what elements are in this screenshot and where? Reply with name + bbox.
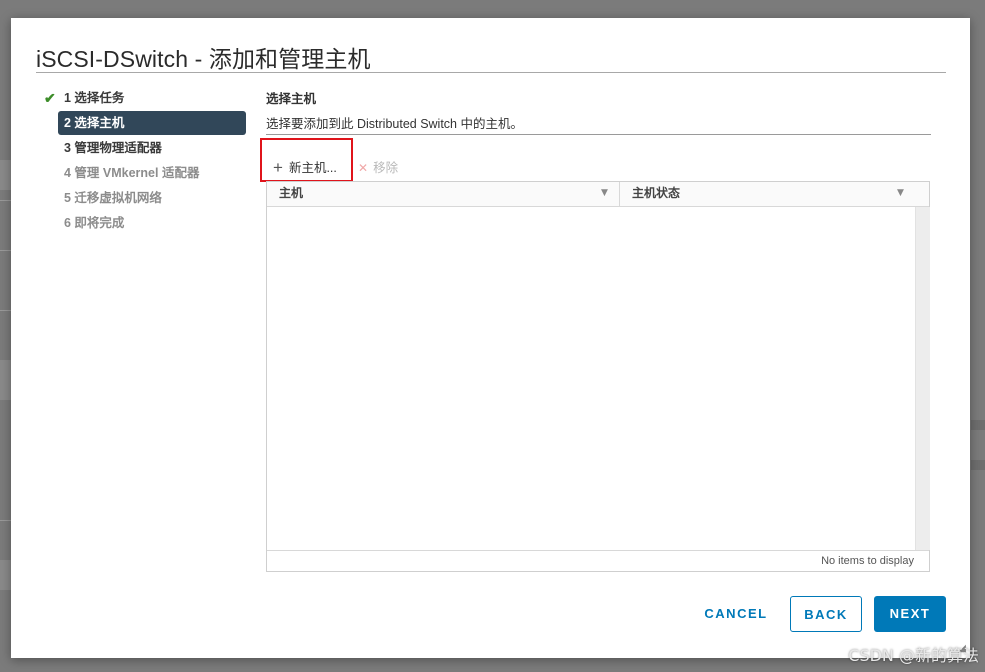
column-header-host-state[interactable]: 主机状态: [632, 182, 917, 206]
hosts-grid: 主机 ▼ 主机状态 ▼ No items to display: [266, 181, 930, 572]
annotation-highlight-box: [260, 138, 353, 182]
background-divider: [0, 520, 11, 521]
step-manage-vmkernel-adapters: 4 管理 VMkernel 适配器: [41, 161, 251, 185]
section-description: 选择要添加到此 Distributed Switch 中的主机。: [266, 117, 523, 131]
wizard-steps: ✔ 1 选择任务 2 选择主机 3 管理物理适配器 4 管理 VMkernel …: [41, 86, 251, 236]
step-label: 6 即将完成: [64, 216, 125, 230]
grid-footer: No items to display: [267, 550, 929, 573]
step-content: 选择主机 选择要添加到此 Distributed Switch 中的主机。 + 新…: [260, 88, 931, 572]
remove-host-button[interactable]: ✕ 移除: [358, 156, 398, 180]
add-manage-hosts-dialog: iSCSI-DSwitch - 添加和管理主机 ✔ 1 选择任务 2 选择主机 …: [11, 18, 970, 658]
step-label: 3 管理物理适配器: [64, 141, 162, 155]
step-label: 2 选择主机: [64, 116, 125, 130]
section-title: 选择主机: [266, 92, 317, 106]
dialog-title: iSCSI-DSwitch - 添加和管理主机: [36, 46, 371, 72]
background-sidebar-fragment: [0, 360, 11, 400]
step-label: 4 管理 VMkernel 适配器: [64, 166, 200, 180]
next-button[interactable]: NEXT: [874, 596, 946, 632]
column-separator[interactable]: [619, 182, 620, 206]
back-button[interactable]: BACK: [790, 596, 862, 632]
grid-scrollbar[interactable]: [915, 207, 930, 550]
background-sidebar-fragment: [0, 160, 11, 190]
step-manage-physical-adapters[interactable]: 3 管理物理适配器: [41, 136, 251, 160]
filter-icon[interactable]: ▼: [897, 188, 904, 198]
watermark: CSDN @新的算法: [848, 646, 979, 665]
remove-host-label: 移除: [373, 161, 399, 175]
step-label: 5 迁移虚拟机网络: [64, 191, 162, 205]
column-header-host[interactable]: 主机: [279, 182, 619, 206]
step-ready-to-complete: 6 即将完成: [41, 211, 251, 235]
content-divider: [266, 134, 931, 135]
background-right-fragment: [971, 460, 985, 470]
step-select-hosts[interactable]: 2 选择主机: [58, 111, 246, 135]
step-migrate-vm-networking: 5 迁移虚拟机网络: [41, 186, 251, 210]
grid-header: 主机 ▼ 主机状态 ▼: [267, 182, 929, 207]
remove-icon: ✕: [358, 161, 369, 175]
check-icon: ✔: [44, 90, 56, 106]
empty-grid-message: No items to display: [821, 555, 914, 567]
step-select-task[interactable]: ✔ 1 选择任务: [41, 86, 251, 110]
filter-icon[interactable]: ▼: [601, 188, 608, 198]
background-divider: [0, 250, 11, 251]
background-sidebar-fragment: [0, 560, 11, 590]
cancel-button[interactable]: CANCEL: [701, 596, 771, 632]
background-right-fragment: [971, 420, 985, 430]
background-divider: [0, 200, 11, 201]
title-divider: [36, 72, 946, 73]
background-divider: [0, 310, 11, 311]
step-label: 1 选择任务: [64, 91, 125, 105]
